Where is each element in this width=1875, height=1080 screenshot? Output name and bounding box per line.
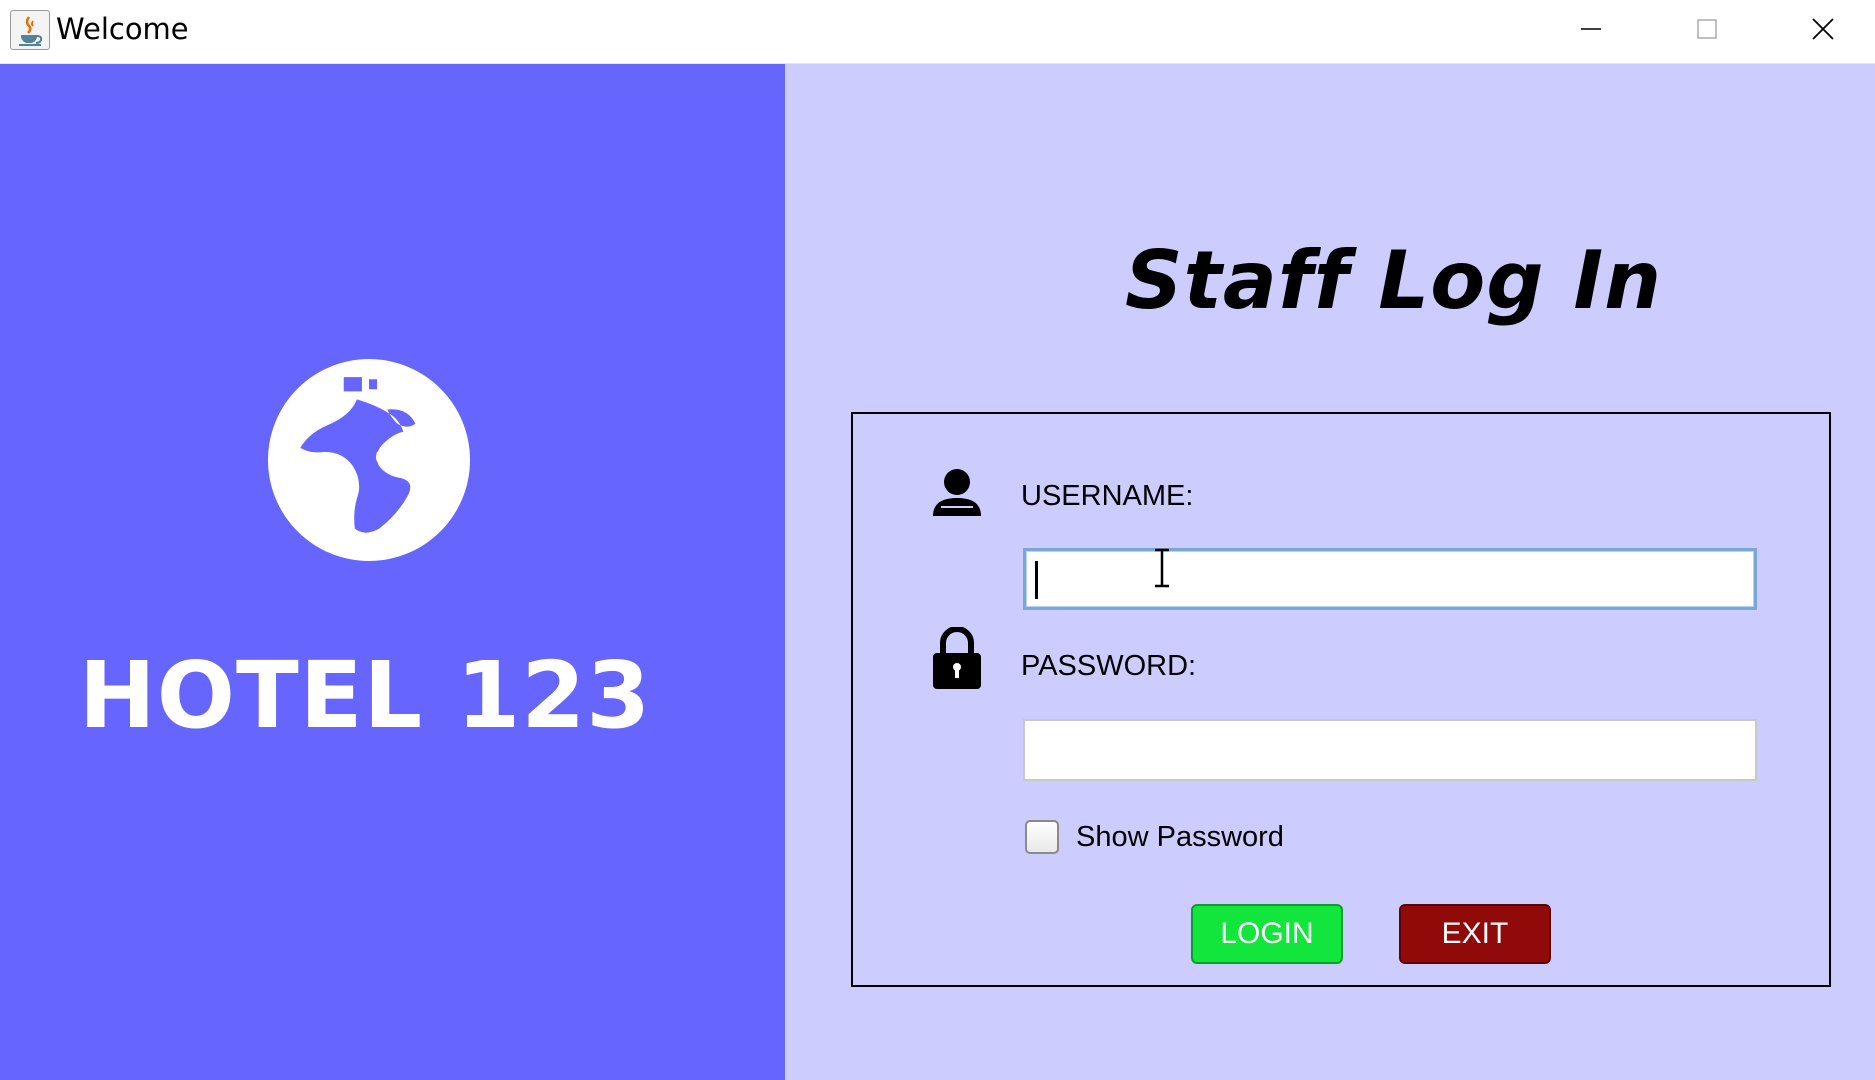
minimize-icon <box>1581 28 1601 30</box>
text-caret <box>1035 561 1038 599</box>
exit-button[interactable]: EXIT <box>1399 904 1551 964</box>
password-label: PASSWORD: <box>1021 650 1197 682</box>
login-form <box>851 412 1831 987</box>
title-bar: Welcome <box>0 0 1875 64</box>
page-title: Staff Log In <box>1125 234 1663 327</box>
login-button[interactable]: LOGIN <box>1191 904 1343 964</box>
maximize-icon <box>1697 19 1717 39</box>
close-button[interactable] <box>1765 0 1875 58</box>
hotel-name: HOTEL 123 <box>78 642 652 749</box>
lock-icon <box>933 627 981 689</box>
minimize-button[interactable] <box>1533 0 1649 58</box>
globe-icon <box>268 359 470 561</box>
java-coffee-cup-icon <box>10 10 50 50</box>
maximize-button[interactable] <box>1649 0 1765 58</box>
password-input[interactable] <box>1023 719 1757 781</box>
window-title: Welcome <box>56 12 189 46</box>
login-panel: Staff Log In USERNAME: PASSWORD: Show Pa… <box>785 64 1875 1080</box>
brand-panel: HOTEL 123 <box>0 64 785 1080</box>
ibeam-cursor-icon <box>1155 548 1169 588</box>
username-label: USERNAME: <box>1021 480 1194 512</box>
username-input[interactable] <box>1023 548 1757 610</box>
close-icon <box>1812 18 1834 40</box>
show-password-checkbox[interactable] <box>1025 820 1059 854</box>
show-password-label[interactable]: Show Password <box>1076 821 1284 854</box>
user-icon <box>933 469 981 516</box>
